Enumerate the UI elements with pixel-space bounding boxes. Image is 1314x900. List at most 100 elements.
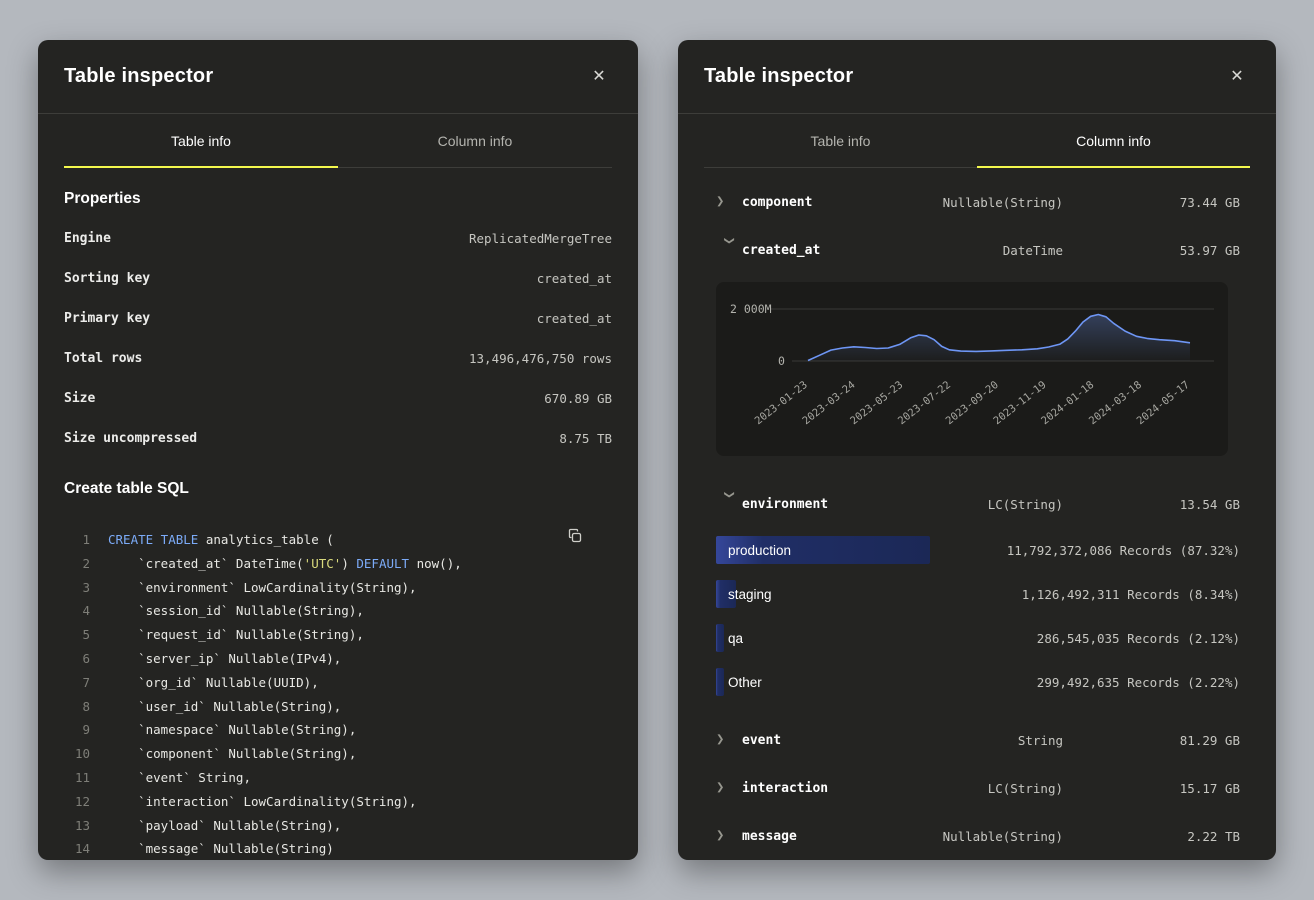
column-size: 15.17 GB — [1063, 781, 1240, 796]
line-number: 7 — [64, 671, 90, 695]
property-label: Engine — [64, 231, 111, 246]
dialog-title: Table inspector — [704, 65, 853, 88]
column-type: LC(String) — [873, 497, 1063, 512]
tab-column-info[interactable]: Column info — [338, 114, 612, 167]
line-number: 4 — [64, 599, 90, 623]
column-size: 13.54 GB — [1063, 497, 1240, 512]
sql-line: 5 `request_id` Nullable(String), — [64, 623, 612, 647]
environment-value-label: qa — [716, 631, 743, 646]
dialog-header: Table inspector ✕ — [678, 40, 1276, 114]
close-icon[interactable]: ✕ — [1224, 64, 1250, 90]
y-tick-0: 0 — [778, 354, 785, 368]
column-size: 73.44 GB — [1063, 195, 1240, 210]
sql-line: 9 `namespace` Nullable(String), — [64, 718, 612, 742]
sql-line: 3 `environment` LowCardinality(String), — [64, 576, 612, 600]
tab-column-info[interactable]: Column info — [977, 114, 1250, 167]
table-inspector-dialog-left: Table inspector ✕ Table info Column info… — [38, 40, 638, 860]
close-icon[interactable]: ✕ — [586, 64, 612, 90]
column-name: component — [742, 195, 873, 210]
property-row: EngineReplicatedMergeTree — [64, 218, 612, 258]
column-name: message — [742, 829, 873, 844]
sql-line-text: `message` Nullable(String) — [108, 837, 334, 860]
column-name: environment — [742, 497, 873, 512]
table-inspector-dialog-right: Table inspector ✕ Table info Column info… — [678, 40, 1276, 860]
sql-line-text: `request_id` Nullable(String), — [108, 623, 364, 647]
tab-table-info[interactable]: Table info — [704, 114, 977, 167]
sql-line: 8 `user_id` Nullable(String), — [64, 695, 612, 719]
property-row: Size uncompressed8.75 TB — [64, 418, 612, 458]
column-row-event[interactable]: ❯eventString81.29 GB — [678, 716, 1276, 764]
sql-line-text: CREATE TABLE analytics_table ( — [108, 528, 334, 552]
column-type: String — [873, 733, 1063, 748]
chevron-down-icon[interactable]: ❯ — [724, 236, 735, 262]
chevron-right-icon[interactable]: ❯ — [716, 734, 742, 745]
sql-line-text: `namespace` Nullable(String), — [108, 718, 356, 742]
line-number: 3 — [64, 576, 90, 600]
column-row-environment[interactable]: ❯ environmentLC(String)13.54 GB — [678, 480, 1276, 528]
sql-line-text: `interaction` LowCardinality(String), — [108, 790, 417, 814]
sql-line: 12 `interaction` LowCardinality(String), — [64, 790, 612, 814]
environment-value-records: 11,792,372,086 Records (87.32%) — [1007, 543, 1240, 558]
column-row-component[interactable]: ❯componentNullable(String)73.44 GB — [678, 178, 1276, 226]
line-number: 5 — [64, 623, 90, 647]
sql-line-text: `payload` Nullable(String), — [108, 814, 341, 838]
line-number: 11 — [64, 766, 90, 790]
column-row-interaction[interactable]: ❯interactionLC(String)15.17 GB — [678, 764, 1276, 812]
property-label: Sorting key — [64, 271, 150, 286]
environment-value-row: production11,792,372,086 Records (87.32%… — [678, 528, 1276, 572]
environment-value-records: 299,492,635 Records (2.22%) — [1037, 675, 1240, 690]
property-label: Total rows — [64, 351, 142, 366]
column-row-created_at[interactable]: ❯ created_atDateTime53.97 GB — [678, 226, 1276, 274]
sql-line-text: `session_id` Nullable(String), — [108, 599, 364, 623]
column-type: LC(String) — [873, 781, 1063, 796]
sql-line: 14 `message` Nullable(String) — [64, 837, 612, 860]
sql-line: 7 `org_id` Nullable(UUID), — [64, 671, 612, 695]
column-type: Nullable(String) — [873, 195, 1063, 210]
environment-value-records: 286,545,035 Records (2.12%) — [1037, 631, 1240, 646]
y-tick-2000m: 2 000M — [730, 302, 772, 316]
column-row-message[interactable]: ❯messageNullable(String)2.22 TB — [678, 812, 1276, 860]
environment-value-row: qa 286,545,035 Records (2.12%) — [678, 616, 1276, 660]
properties-heading: Properties — [38, 168, 638, 212]
sql-code: 1CREATE TABLE analytics_table (2 `create… — [64, 528, 612, 860]
tab-bar: Table info Column info — [704, 114, 1250, 168]
column-type: DateTime — [873, 243, 1063, 258]
sql-line-text: `created_at` DateTime('UTC') DEFAULT now… — [108, 552, 462, 576]
tab-bar: Table info Column info — [64, 114, 612, 168]
environment-value-label: staging — [716, 587, 772, 602]
sql-line-text: `event` String, — [108, 766, 251, 790]
column-name: created_at — [742, 243, 873, 258]
chevron-right-icon[interactable]: ❯ — [716, 196, 742, 207]
line-number: 12 — [64, 790, 90, 814]
environment-value-row: Other299,492,635 Records (2.22%) — [678, 660, 1276, 704]
line-number: 9 — [64, 718, 90, 742]
sql-line: 6 `server_ip` Nullable(IPv4), — [64, 647, 612, 671]
column-name: interaction — [742, 781, 873, 796]
sql-code-block: 1CREATE TABLE analytics_table (2 `create… — [64, 528, 612, 860]
copy-icon[interactable] — [564, 526, 586, 548]
property-row: Size670.89 GB — [64, 378, 612, 418]
create-table-sql-heading: Create table SQL — [38, 458, 638, 502]
chevron-down-icon[interactable]: ❯ — [724, 490, 735, 516]
chevron-right-icon[interactable]: ❯ — [716, 782, 742, 793]
column-size: 53.97 GB — [1063, 243, 1240, 258]
created-at-distribution-chart: 2 000M02023-01-232023-03-242023-05-23202… — [716, 282, 1228, 456]
line-number: 10 — [64, 742, 90, 766]
property-row: Primary keycreated_at — [64, 298, 612, 338]
column-list: ❯componentNullable(String)73.44 GB❯creat… — [678, 168, 1276, 860]
sql-line-text: `environment` LowCardinality(String), — [108, 576, 417, 600]
dialog-title: Table inspector — [64, 65, 213, 88]
environment-value-row: staging1,126,492,311 Records (8.34%) — [678, 572, 1276, 616]
line-number: 8 — [64, 695, 90, 719]
sql-line-text: `server_ip` Nullable(IPv4), — [108, 647, 341, 671]
sql-line: 13 `payload` Nullable(String), — [64, 814, 612, 838]
tab-table-info[interactable]: Table info — [64, 114, 338, 167]
property-value: created_at — [537, 271, 612, 286]
sql-line: 11 `event` String, — [64, 766, 612, 790]
chevron-right-icon[interactable]: ❯ — [716, 830, 742, 841]
column-size: 2.22 TB — [1063, 829, 1240, 844]
column-type: Nullable(String) — [873, 829, 1063, 844]
property-label: Primary key — [64, 311, 150, 326]
sql-line: 2 `created_at` DateTime('UTC') DEFAULT n… — [64, 552, 612, 576]
property-value: 8.75 TB — [559, 431, 612, 446]
